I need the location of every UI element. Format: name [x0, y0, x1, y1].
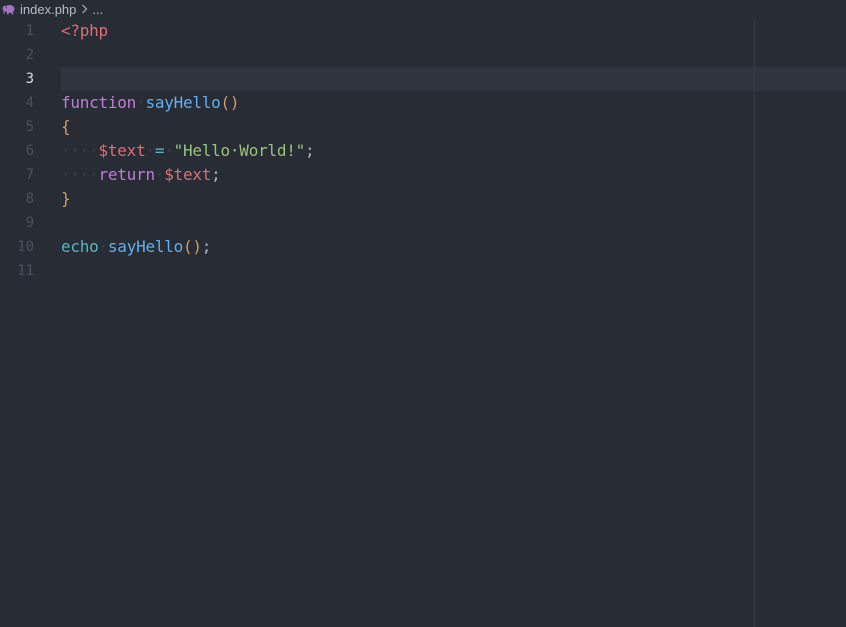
line-number: 10 [17, 239, 34, 255]
code-token: = [154, 141, 165, 160]
line-number: 11 [17, 263, 34, 279]
code-line[interactable]: } [61, 187, 314, 211]
whitespace-marker: · [154, 165, 165, 184]
code-line[interactable]: <?php [61, 19, 314, 43]
code-token: <?php [61, 21, 108, 40]
code-line[interactable]: ····return·$text; [61, 163, 314, 187]
code-token: () [182, 237, 202, 256]
line-number: 1 [25, 23, 34, 39]
code-line[interactable]: function·sayHello() [61, 91, 314, 115]
line-number: 5 [25, 119, 34, 135]
code-line[interactable]: ····$text·=·"Hello·World!"; [61, 139, 315, 163]
whitespace-marker: ···· [61, 141, 99, 160]
whitespace-marker: · [145, 141, 155, 160]
line-number-gutter: 1 2 3 4 5 6 7 8 9 10 11 [0, 19, 46, 283]
code-editor[interactable]: 1 2 3 4 5 6 7 8 9 10 11 <?php function·sayHello(){… [0, 19, 846, 627]
vertical-ruler [754, 19, 755, 627]
code-token: function [61, 93, 137, 112]
code-token: { [61, 117, 71, 136]
breadcrumb: index.php ... [0, 0, 846, 18]
code-token: return [98, 165, 156, 184]
code-token: $text [164, 165, 212, 184]
line-number: 7 [25, 167, 34, 183]
php-elephant-icon [1, 3, 16, 15]
code-line[interactable] [61, 67, 314, 91]
breadcrumb-file[interactable]: index.php [20, 2, 76, 17]
code-token: $text [98, 141, 146, 160]
line-number: 8 [25, 191, 34, 207]
code-token: sayHello [107, 237, 183, 256]
whitespace-marker: ···· [61, 165, 99, 184]
code-line[interactable] [61, 259, 314, 283]
chevron-right-icon [81, 4, 88, 14]
code-token: } [61, 189, 71, 208]
code-line[interactable] [61, 43, 314, 67]
code-token: "Hello·World!" [173, 141, 306, 160]
code-lines[interactable]: <?php function·sayHello(){····$text·=·"H… [61, 19, 315, 283]
line-number: 2 [25, 47, 34, 63]
code-token: ; [304, 141, 315, 160]
line-number: 9 [25, 215, 34, 231]
line-number: 6 [25, 143, 34, 159]
code-line[interactable]: echo·sayHello(); [61, 235, 314, 259]
breadcrumb-more[interactable]: ... [92, 2, 103, 17]
code-token: sayHello [145, 93, 221, 112]
whitespace-marker: · [164, 141, 174, 160]
code-token: ; [211, 165, 221, 184]
code-token: ; [201, 237, 212, 256]
line-number: 3 [25, 71, 34, 87]
code-line[interactable]: { [61, 115, 314, 139]
code-token: echo [61, 237, 99, 256]
code-token: () [220, 93, 240, 112]
line-number: 4 [25, 95, 34, 111]
code-line[interactable] [61, 211, 314, 235]
whitespace-marker: · [98, 237, 109, 256]
